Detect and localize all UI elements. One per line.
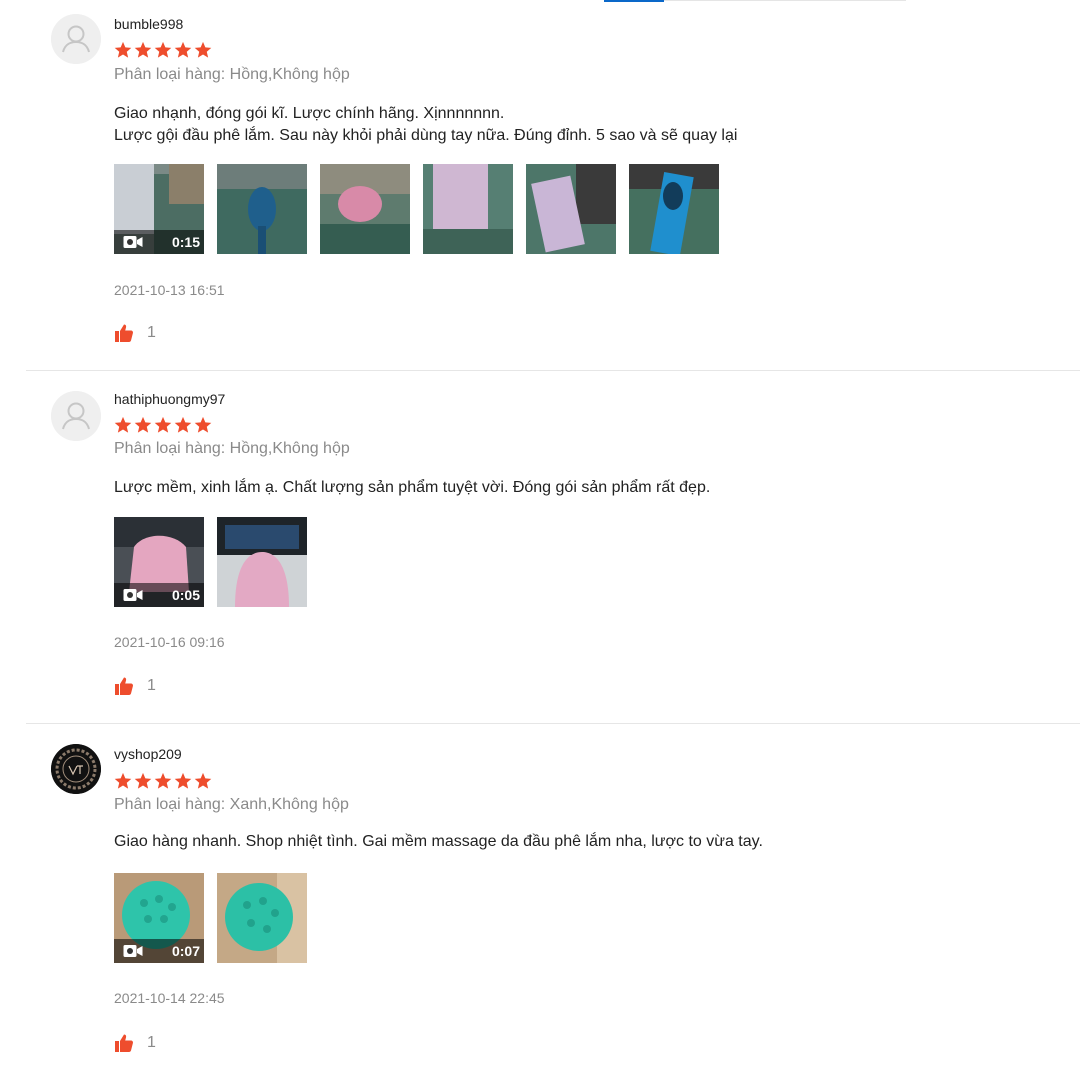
video-camera-icon — [123, 236, 143, 248]
star-icon — [194, 772, 212, 789]
review-item: bumble998 Phân loại hàng: Hồng,Không hộp… — [26, 0, 1080, 371]
like-count: 1 — [147, 1034, 156, 1051]
user-silhouette-icon — [51, 391, 101, 441]
review-video-thumbnail[interactable]: 0:07 — [114, 873, 204, 963]
review-image-thumbnail[interactable] — [217, 517, 307, 607]
review-photo — [320, 164, 410, 254]
review-image-thumbnail[interactable] — [423, 164, 513, 254]
review-date: 2021-10-13 16:51 — [114, 282, 225, 298]
reviewer-username[interactable]: hathiphuongmy97 — [114, 391, 225, 407]
product-variation: Phân loại hàng: Hồng,Không hộp — [114, 66, 350, 83]
product-variation: Phân loại hàng: Hồng,Không hộp — [114, 440, 350, 457]
video-overlay: 0:15 — [114, 230, 204, 254]
review-photo — [217, 517, 307, 607]
review-item: vyshop209 Phân loại hàng: Xanh,Không hộp… — [26, 724, 1080, 1067]
review-photo — [423, 164, 513, 254]
like-section: 1 — [114, 323, 156, 343]
review-media: 0:07 — [114, 873, 307, 963]
star-icon — [154, 41, 172, 58]
shop-logo-avatar — [51, 744, 101, 794]
comment-line: Lược gội đầu phê lắm. Sau này khỏi phải … — [114, 127, 738, 144]
review-video-thumbnail[interactable]: 0:15 — [114, 164, 204, 254]
star-icon — [114, 416, 132, 433]
video-duration: 0:05 — [171, 587, 200, 603]
review-image-thumbnail[interactable] — [526, 164, 616, 254]
star-icon — [134, 41, 152, 58]
video-duration: 0:07 — [171, 943, 200, 959]
thumbs-up-icon[interactable] — [114, 676, 134, 696]
review-comment: Lược mềm, xinh lắm ạ. Chất lượng sản phẩ… — [114, 477, 1014, 499]
avatar[interactable] — [51, 744, 101, 794]
like-count: 1 — [147, 324, 156, 341]
avatar[interactable] — [51, 391, 101, 441]
review-media: 0:05 — [114, 517, 307, 607]
star-icon — [174, 41, 192, 58]
review-photo — [629, 164, 719, 254]
avatar[interactable] — [51, 14, 101, 64]
rating-stars — [114, 416, 212, 434]
rating-stars — [114, 41, 212, 59]
review-comment: Giao nhạnh, đóng gói kĩ. Lược chính hãng… — [114, 103, 1014, 147]
review-image-thumbnail[interactable] — [217, 164, 307, 254]
star-icon — [134, 416, 152, 433]
review-photo — [217, 164, 307, 254]
video-camera-icon — [123, 945, 143, 957]
like-section: 1 — [114, 676, 156, 696]
star-icon — [154, 772, 172, 789]
product-variation: Phân loại hàng: Xanh,Không hộp — [114, 796, 349, 813]
review-image-thumbnail[interactable] — [217, 873, 307, 963]
review-image-thumbnail[interactable] — [320, 164, 410, 254]
star-icon — [114, 41, 132, 58]
review-item: hathiphuongmy97 Phân loại hàng: Hồng,Khô… — [26, 371, 1080, 724]
review-photo — [217, 873, 307, 963]
review-photo — [526, 164, 616, 254]
comment-line: Giao hàng nhanh. Shop nhiệt tình. Gai mề… — [114, 833, 763, 850]
comment-line: Lược mềm, xinh lắm ạ. Chất lượng sản phẩ… — [114, 479, 711, 496]
review-date: 2021-10-16 09:16 — [114, 634, 225, 650]
star-icon — [114, 772, 132, 789]
user-silhouette-icon — [51, 14, 101, 64]
star-icon — [154, 416, 172, 433]
star-icon — [174, 416, 192, 433]
like-count: 1 — [147, 677, 156, 694]
review-date: 2021-10-14 22:45 — [114, 990, 225, 1006]
like-section: 1 — [114, 1033, 156, 1053]
review-media: 0:15 — [114, 164, 719, 254]
video-camera-icon — [123, 589, 143, 601]
star-icon — [174, 772, 192, 789]
review-comment: Giao hàng nhanh. Shop nhiệt tình. Gai mề… — [114, 831, 1014, 853]
thumbs-up-icon[interactable] — [114, 323, 134, 343]
reviewer-username[interactable]: bumble998 — [114, 16, 183, 32]
thumbs-up-icon[interactable] — [114, 1033, 134, 1053]
reviewer-username[interactable]: vyshop209 — [114, 746, 182, 762]
video-duration: 0:15 — [171, 234, 200, 250]
rating-stars — [114, 772, 212, 790]
star-icon — [134, 772, 152, 789]
video-overlay: 0:05 — [114, 583, 204, 607]
review-image-thumbnail[interactable] — [629, 164, 719, 254]
video-overlay: 0:07 — [114, 939, 204, 963]
star-icon — [194, 416, 212, 433]
review-video-thumbnail[interactable]: 0:05 — [114, 517, 204, 607]
comment-line: Giao nhạnh, đóng gói kĩ. Lược chính hãng… — [114, 105, 505, 122]
star-icon — [194, 41, 212, 58]
